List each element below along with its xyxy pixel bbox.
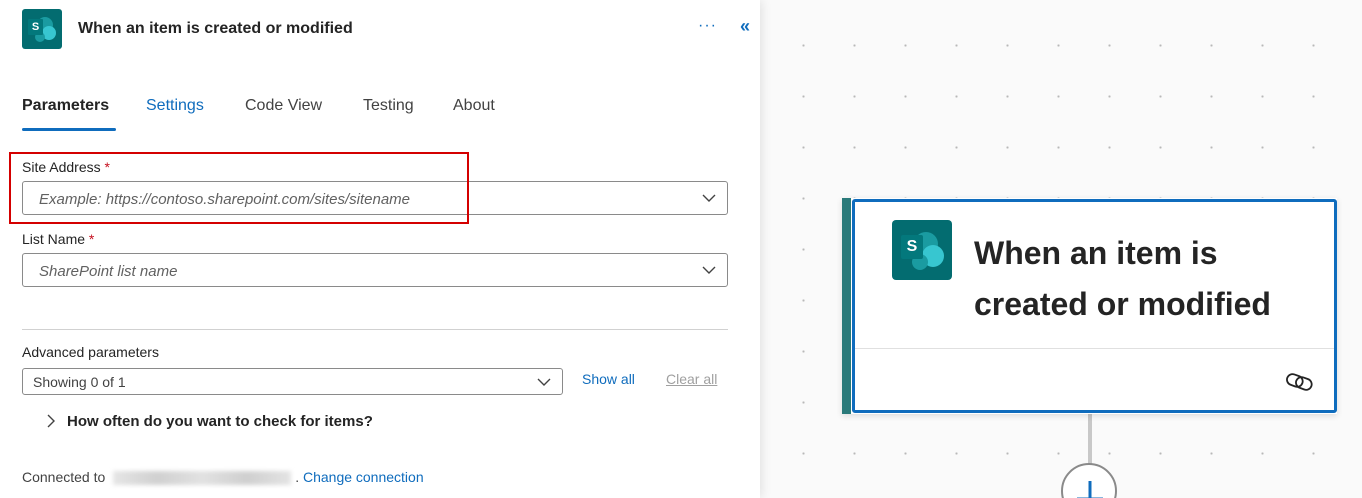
chevron-down-icon	[702, 266, 716, 274]
show-all-link[interactable]: Show all	[582, 371, 635, 387]
link-icon[interactable]	[1285, 370, 1315, 394]
change-connection-link[interactable]: Change connection	[303, 469, 424, 485]
sharepoint-icon: S	[22, 9, 62, 49]
site-address-dropdown[interactable]: Example: https://contoso.sharepoint.com/…	[22, 181, 728, 215]
divider	[22, 329, 728, 330]
site-address-placeholder: Example: https://contoso.sharepoint.com/…	[39, 191, 411, 208]
chevron-down-icon	[537, 378, 551, 386]
card-divider	[855, 348, 1334, 349]
advanced-parameters-label: Advanced parameters	[22, 344, 159, 360]
connected-to-label: Connected to	[22, 469, 106, 485]
list-name-dropdown[interactable]: SharePoint list name	[22, 253, 728, 287]
list-name-label: List Name *	[22, 231, 94, 247]
plus-icon	[1077, 481, 1103, 498]
panel-header: S When an item is created or modified ··…	[22, 9, 762, 49]
card-accent-bar	[842, 198, 851, 414]
tab-parameters[interactable]: Parameters	[22, 97, 109, 115]
card-title: When an item is created or modified	[974, 235, 1271, 322]
required-mark: *	[88, 231, 95, 247]
site-address-label-text: Site Address	[22, 159, 101, 175]
list-name-label-text: List Name	[22, 231, 86, 247]
panel-title: When an item is created or modified	[78, 20, 353, 37]
connection-info: Connected to . Change connection	[22, 469, 424, 486]
advanced-parameters-value: Showing 0 of 1	[33, 374, 126, 390]
active-tab-indicator	[22, 128, 116, 131]
double-chevron-left-icon[interactable]: «	[740, 16, 750, 37]
tab-testing[interactable]: Testing	[363, 97, 414, 115]
sharepoint-logo-letter: S	[28, 19, 43, 35]
clear-all-link[interactable]: Clear all	[666, 371, 717, 387]
tab-code-view[interactable]: Code View	[245, 97, 322, 115]
trigger-card[interactable]: S When an item is created or modified	[842, 198, 1337, 414]
chevron-down-icon	[702, 194, 716, 202]
required-mark: *	[104, 159, 110, 175]
advanced-parameters-dropdown[interactable]: Showing 0 of 1	[22, 368, 563, 395]
properties-panel: S When an item is created or modified ··…	[0, 0, 760, 498]
tab-about[interactable]: About	[453, 97, 495, 115]
site-address-label: Site Address *	[22, 159, 110, 175]
sharepoint-icon: S	[892, 220, 952, 280]
sharepoint-logo-letter: S	[901, 235, 923, 259]
list-name-placeholder: SharePoint list name	[39, 263, 178, 280]
redacted-email	[113, 471, 292, 486]
more-horizontal-icon[interactable]: ···	[698, 17, 717, 35]
app-root: S When an item is created or modified ··…	[0, 0, 1362, 498]
tab-settings[interactable]: Settings	[146, 97, 204, 115]
chevron-right-icon[interactable]	[44, 414, 58, 428]
connection-suffix: .	[295, 469, 300, 485]
check-frequency-expander[interactable]: How often do you want to check for items…	[67, 413, 373, 430]
